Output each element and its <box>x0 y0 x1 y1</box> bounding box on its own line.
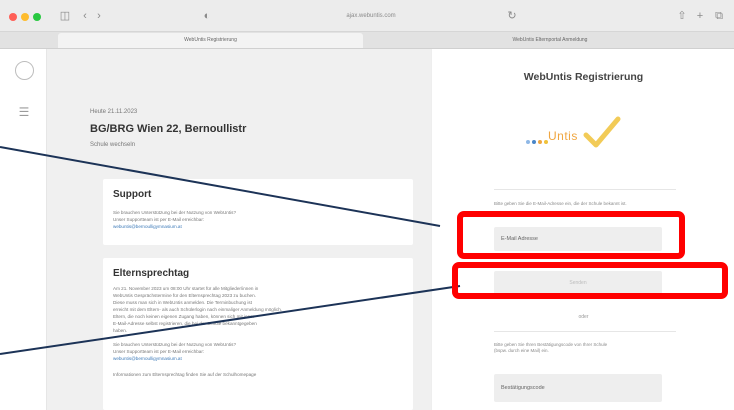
elternsprechtag-text: E-Mail-Adresse selbst registrieren, die … <box>113 321 257 326</box>
logo-dot <box>526 140 530 144</box>
logo-dot <box>538 140 542 144</box>
elternsprechtag-more-info: Informationen zum Elternsprechtag finden… <box>113 372 257 377</box>
app-rail: ☰ <box>0 49 47 410</box>
elternsprechtag-text: WebUntis Gesprächstermine für den Eltern… <box>113 293 256 298</box>
sidebar-icon[interactable]: ◫ <box>58 9 72 23</box>
elternsprechtag-text: Diese muss man sich in WebUntis anmelden… <box>113 300 252 305</box>
elternsprechtag-email-link[interactable]: webuntis@bernoulligymnasium.at <box>113 356 182 362</box>
tab-registrierung[interactable]: WebUntis Registrierung <box>58 33 363 48</box>
close-window-button[interactable] <box>9 13 17 21</box>
tab-elternportal[interactable]: WebUntis Elternportal Anmeldung <box>366 33 734 48</box>
send-button-highlight <box>452 262 728 299</box>
support-text: Unser Supportteam ist per E-Mail erreich… <box>113 217 205 222</box>
switch-school-link[interactable]: Schule wechseln <box>90 142 135 148</box>
elternsprechtag-text: Am 21. November 2023 um 08:00 Uhr starte… <box>113 286 259 291</box>
email-field-highlight <box>457 211 685 259</box>
elternsprechtag-text: erreicht mit dem Eltern- als auch Schüle… <box>113 307 283 312</box>
elternsprechtag-card: Elternsprechtag Am 21. November 2023 um … <box>103 258 413 410</box>
address-bar[interactable]: ajax.webuntis.com <box>296 8 446 24</box>
logo-check-icon <box>583 116 621 148</box>
elternsprechtag-title: Elternsprechtag <box>113 268 190 279</box>
tab-bar: WebUntis Registrierung WebUntis Elternpo… <box>0 32 734 49</box>
divider <box>494 189 676 190</box>
registration-title: WebUntis Registrierung <box>523 71 644 83</box>
share-icon[interactable]: ⇧ <box>676 9 688 23</box>
school-name: BG/BRG Wien 22, Bernoullistr <box>90 123 247 135</box>
back-icon[interactable]: ‹ <box>80 9 90 23</box>
today-date: Heute 21.11.2023 <box>90 109 138 115</box>
shield-icon[interactable]: ◐ <box>200 9 214 23</box>
logo-wordmark: Untis <box>548 129 578 143</box>
support-text: Sie brauchen Unterstützung bei der Nutzu… <box>113 210 236 215</box>
new-tab-icon[interactable]: + <box>694 9 706 23</box>
confirmation-code-field[interactable] <box>494 374 662 402</box>
school-overview: Heute 21.11.2023 BG/BRG Wien 22, Bernoul… <box>47 49 431 410</box>
profile-avatar-icon[interactable] <box>15 61 34 80</box>
support-title: Support <box>113 189 152 200</box>
support-email-link[interactable]: webuntis@bernoulligymnasium.at <box>113 224 182 230</box>
zoom-window-button[interactable] <box>33 13 41 21</box>
code-hint: (bspw. durch eine Mail) ein. <box>494 348 549 353</box>
elternsprechtag-text: Eltern, die noch keinen eigenen Zugang h… <box>113 314 255 319</box>
divider <box>494 331 676 332</box>
logo-dots <box>526 140 548 145</box>
untis-logo: Untis <box>526 115 621 155</box>
tab-overview-icon[interactable]: ⧉ <box>712 9 726 23</box>
calendar-icon[interactable]: ☰ <box>16 105 32 119</box>
browser-titlebar: ◫ ‹ › ◐ ajax.webuntis.com ↻ ⇧ + ⧉ <box>0 0 734 32</box>
logo-dot <box>532 140 536 144</box>
minimize-window-button[interactable] <box>21 13 29 21</box>
support-card: Support Sie brauchen Unterstützung bei d… <box>103 179 413 245</box>
elternsprechtag-text: Unser Supportteam ist per E-Mail erreich… <box>113 349 205 354</box>
elternsprechtag-text: haben. <box>113 328 128 333</box>
address-text: ajax.webuntis.com <box>346 13 396 19</box>
or-separator: oder <box>578 314 589 320</box>
elternsprechtag-text: Sie brauchen Unterstützung bei der Nutzu… <box>113 342 236 347</box>
email-hint: Bitte geben Sie die E-Mail-Adresse ein, … <box>494 201 627 206</box>
reload-icon[interactable]: ↻ <box>506 9 518 23</box>
forward-icon[interactable]: › <box>94 9 104 23</box>
